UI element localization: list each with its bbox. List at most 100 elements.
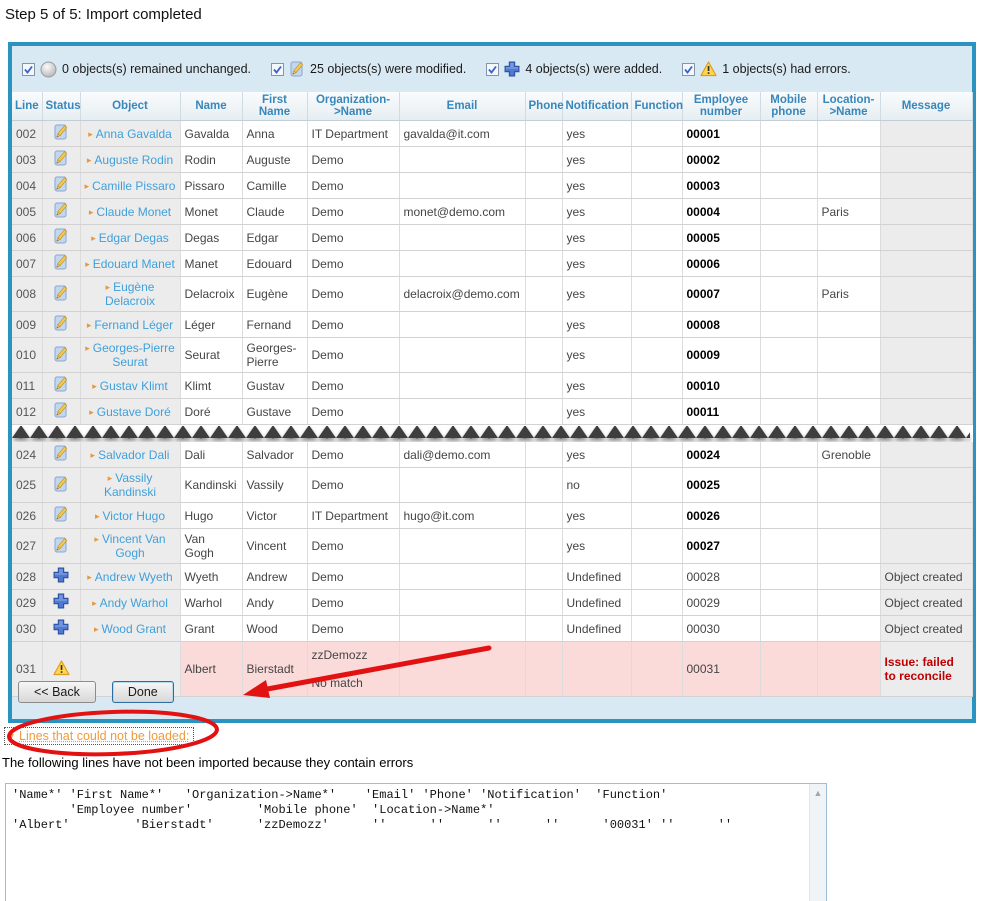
object-link[interactable]: Anna Gavalda [96, 127, 172, 141]
bullet-icon: ▸ [85, 259, 90, 269]
notification-cell: yes [562, 442, 631, 468]
object-link[interactable]: Eugène Delacroix [105, 280, 155, 308]
object-cell: ▸Fernand Léger [80, 312, 180, 338]
button-row: << Back Done [18, 681, 174, 703]
checkbox-icon[interactable] [271, 63, 284, 76]
status-cell [42, 147, 80, 173]
mobile-phone-cell [760, 616, 817, 642]
scroll-up-icon[interactable]: ▲ [810, 784, 826, 801]
phone-cell [525, 590, 562, 616]
object-link[interactable]: Andrew Wyeth [95, 570, 173, 584]
mobile-phone-cell [760, 147, 817, 173]
email-cell [399, 642, 525, 697]
object-link[interactable]: Camille Pissaro [92, 179, 175, 193]
message-cell [880, 251, 972, 277]
line-number: 008 [12, 277, 42, 312]
organization-cell: Demo [307, 312, 399, 338]
object-link[interactable]: Salvador Dali [98, 448, 169, 462]
first-name-cell: Andy [242, 590, 307, 616]
status-cell [42, 225, 80, 251]
employee-number-cell: 00009 [682, 338, 760, 373]
checkbox-icon[interactable] [682, 63, 695, 76]
bullet-icon: ▸ [106, 282, 111, 292]
back-button[interactable]: << Back [18, 681, 96, 703]
email-cell [399, 338, 525, 373]
bullet-icon: ▸ [87, 155, 92, 165]
line-number: 002 [12, 121, 42, 147]
plus-icon [504, 61, 520, 77]
error-log-box[interactable]: 'Name*' 'First Name*' 'Organization->Nam… [5, 783, 827, 901]
location-cell [817, 373, 880, 399]
phone-cell [525, 173, 562, 199]
pencil-icon [53, 202, 69, 221]
object-link[interactable]: Andy Warhol [100, 596, 168, 610]
object-link[interactable]: Vincent Van Gogh [102, 532, 166, 560]
line-number: 009 [12, 312, 42, 338]
column-header-employee: Employee number [682, 92, 760, 121]
line-number: 028 [12, 564, 42, 590]
object-link[interactable]: Gustav Klimt [100, 379, 168, 393]
notification-cell: yes [562, 173, 631, 199]
function-cell [631, 642, 682, 697]
function-cell [631, 590, 682, 616]
object-link[interactable]: Claude Monet [96, 205, 171, 219]
function-cell [631, 312, 682, 338]
object-link[interactable]: Gustave Doré [97, 405, 171, 419]
function-cell [631, 225, 682, 251]
name-cell: Degas [180, 225, 242, 251]
notification-cell: Undefined [562, 564, 631, 590]
message-cell: Object created [880, 590, 972, 616]
table-row: 008 ▸Eugène Delacroix Delacroix Eugène D… [12, 277, 972, 312]
mobile-phone-cell [760, 529, 817, 564]
status-cell [42, 529, 80, 564]
message-cell [880, 147, 972, 173]
employee-number-cell: 00007 [682, 277, 760, 312]
phone-cell [525, 121, 562, 147]
message-cell [880, 468, 972, 503]
organization-cell: Demo [307, 199, 399, 225]
bullet-icon: ▸ [94, 534, 99, 544]
object-link[interactable]: Georges-Pierre Seurat [93, 341, 175, 369]
lines-not-loaded-link[interactable]: Lines that could not be loaded: [19, 729, 189, 743]
name-cell: Dali [180, 442, 242, 468]
import-table-body: 002 ▸Anna Gavalda Gavalda Anna IT Depart… [12, 121, 972, 697]
object-link[interactable]: Edgar Degas [99, 231, 169, 245]
mobile-phone-cell [760, 277, 817, 312]
line-number: 029 [12, 590, 42, 616]
checkbox-icon[interactable] [486, 63, 499, 76]
object-link[interactable]: Wood Grant [102, 622, 166, 636]
name-cell: Klimt [180, 373, 242, 399]
function-cell [631, 251, 682, 277]
function-cell [631, 338, 682, 373]
name-cell: Rodin [180, 147, 242, 173]
summary-label: 1 objects(s) had errors. [722, 62, 851, 76]
object-link[interactable]: Victor Hugo [103, 509, 165, 523]
status-cell [42, 121, 80, 147]
email-cell [399, 590, 525, 616]
function-cell [631, 121, 682, 147]
employee-number-cell: 00008 [682, 312, 760, 338]
column-header-mobile: Mobile phone [760, 92, 817, 121]
phone-cell [525, 468, 562, 503]
first-name-cell: Vincent [242, 529, 307, 564]
function-cell [631, 529, 682, 564]
bullet-icon: ▸ [108, 473, 113, 483]
notification-cell: Undefined [562, 590, 631, 616]
first-name-cell: Salvador [242, 442, 307, 468]
object-link[interactable]: Fernand Léger [94, 318, 173, 332]
organization-cell: Demo [307, 442, 399, 468]
status-cell [42, 468, 80, 503]
line-number: 010 [12, 338, 42, 373]
log-scrollbar[interactable]: ▲ [809, 784, 826, 901]
notification-cell [562, 642, 631, 697]
phone-cell [525, 147, 562, 173]
organization-cell: Demo [307, 251, 399, 277]
lines-not-loaded-toggle[interactable]: ▾ Lines that could not be loaded: [4, 727, 194, 745]
object-link[interactable]: Auguste Rodin [94, 153, 173, 167]
checkbox-icon[interactable] [22, 63, 35, 76]
object-link[interactable]: Edouard Manet [93, 257, 175, 271]
message-cell [880, 225, 972, 251]
done-button[interactable]: Done [112, 681, 174, 703]
status-cell [42, 277, 80, 312]
mobile-phone-cell [760, 312, 817, 338]
